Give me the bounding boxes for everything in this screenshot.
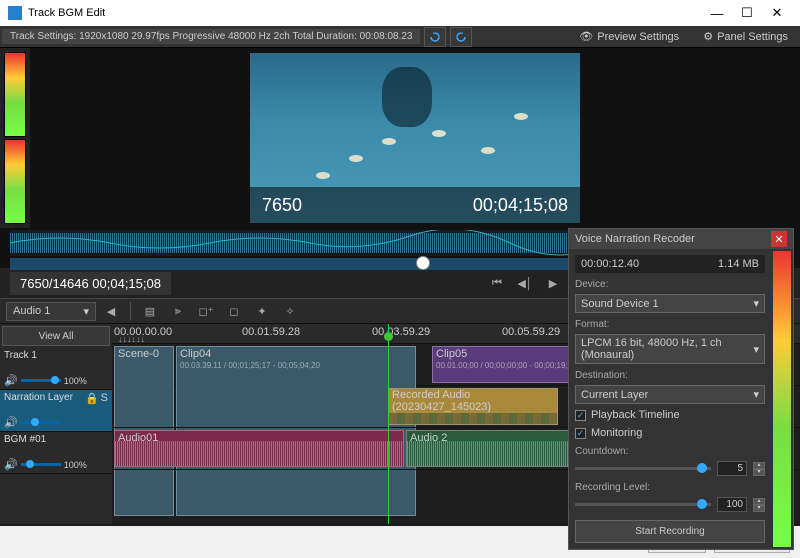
playhead[interactable]: [388, 324, 389, 524]
preview-row: 7650 00;04;15;08: [0, 48, 800, 228]
format-dropdown[interactable]: LPCM 16 bit, 48000 Hz, 1 ch (Monaural)▾: [575, 334, 765, 364]
tool-select-icon[interactable]: ▤: [139, 300, 161, 322]
chevron-down-icon: ▾: [753, 343, 759, 356]
eye-icon: 👁: [579, 30, 593, 43]
recording-level-value[interactable]: 100: [717, 497, 747, 512]
tool-fx-icon[interactable]: ✦: [251, 300, 273, 322]
chevron-down-icon: ▾: [83, 305, 89, 318]
transport-time: 7650/14646 00;04;15;08: [10, 272, 171, 295]
close-button[interactable]: ✕: [762, 0, 792, 26]
chevron-down-icon: ▾: [753, 297, 759, 310]
clip-audio2[interactable]: Audio 2: [406, 430, 586, 467]
panel-settings-button[interactable]: ⚙Panel Settings: [695, 28, 796, 45]
speaker-icon[interactable]: 🔊: [4, 416, 18, 429]
destination-label: Destination:: [575, 370, 765, 381]
recorder-status: 00:00:12.401.14 MB: [575, 255, 765, 273]
video-preview[interactable]: 7650 00;04;15;08: [250, 53, 580, 223]
track-settings-info[interactable]: Track Settings: 1920x1080 29.97fps Progr…: [2, 29, 420, 44]
format-label: Format:: [575, 319, 765, 330]
volume-slider[interactable]: [21, 379, 61, 382]
tool-cut-icon[interactable]: ⫸: [167, 300, 189, 322]
view-all-button[interactable]: View All: [2, 326, 110, 346]
window-title: Track BGM Edit: [28, 7, 702, 19]
play-button[interactable]: ▶: [542, 272, 564, 294]
scrub-handle[interactable]: [416, 256, 430, 270]
playback-timeline-checkbox[interactable]: ✓Playback Timeline: [575, 409, 765, 421]
close-icon[interactable]: ✕: [771, 231, 787, 247]
volume-slider[interactable]: [21, 463, 61, 466]
timecode: 00;04;15;08: [473, 195, 568, 216]
app-icon: [8, 6, 22, 20]
undo-button[interactable]: [424, 27, 446, 47]
start-recording-button[interactable]: Start Recording: [575, 520, 765, 543]
chevron-down-icon: ▾: [753, 388, 759, 401]
speaker-icon[interactable]: 🔊: [4, 458, 18, 471]
prev-frame-button[interactable]: ◀│: [514, 272, 536, 294]
destination-dropdown[interactable]: Current Layer▾: [575, 385, 765, 404]
maximize-button[interactable]: ☐: [732, 0, 762, 26]
clip-audio1[interactable]: Audio01: [114, 430, 404, 467]
audio-track-dropdown[interactable]: Audio 1▾: [6, 302, 96, 321]
solo-button[interactable]: S: [101, 392, 108, 405]
monitoring-checkbox[interactable]: ✓Monitoring: [575, 427, 765, 439]
countdown-value[interactable]: 5: [717, 461, 747, 476]
titlebar: Track BGM Edit ― ☐ ✕: [0, 0, 800, 26]
tool-add-icon[interactable]: ◻⁺: [195, 300, 217, 322]
lock-button[interactable]: 🔒: [85, 392, 99, 405]
countdown-label: Countdown:: [575, 446, 765, 457]
device-label: Device:: [575, 279, 765, 290]
frame-number: 7650: [262, 195, 302, 216]
countdown-slider[interactable]: [575, 467, 711, 470]
redo-button[interactable]: [450, 27, 472, 47]
track-headers: View All Track 1 🔊100% Narration Layer🔒S…: [0, 324, 112, 524]
settings-bar: Track Settings: 1920x1080 29.97fps Progr…: [0, 26, 800, 48]
clip-recorded-audio[interactable]: Recorded Audio (20230427_145023): [388, 388, 558, 425]
level-meter-left: [0, 48, 30, 228]
recording-level-slider[interactable]: [575, 503, 711, 506]
track-header-narration[interactable]: Narration Layer🔒S 🔊: [0, 390, 112, 432]
tool-copy-icon[interactable]: ◻: [223, 300, 245, 322]
recording-level-label: Recording Level:: [575, 482, 765, 493]
track-header-bgm[interactable]: BGM #01 🔊100%: [0, 432, 112, 474]
goto-start-button[interactable]: ⏮: [486, 272, 508, 294]
prev-button[interactable]: ◀: [100, 300, 122, 322]
recorder-header[interactable]: Voice Narration Recoder ✕: [569, 229, 793, 249]
countdown-spinner[interactable]: ▴▾: [753, 462, 765, 476]
preview-area: 7650 00;04;15;08: [30, 48, 800, 228]
sliders-icon: ⚙: [703, 30, 713, 43]
preview-settings-button[interactable]: 👁Preview Settings: [571, 28, 687, 45]
speaker-icon[interactable]: 🔊: [4, 374, 18, 387]
preview-overlay: 7650 00;04;15;08: [250, 187, 580, 223]
voice-narration-recorder: Voice Narration Recoder ✕ 00:00:12.401.1…: [568, 228, 794, 550]
minimize-button[interactable]: ―: [702, 0, 732, 26]
volume-slider[interactable]: [21, 421, 61, 424]
device-dropdown[interactable]: Sound Device 1▾: [575, 294, 765, 313]
track-header-1[interactable]: Track 1 🔊100%: [0, 348, 112, 390]
recorder-level-meter: [773, 251, 791, 547]
clip-05[interactable]: Clip0500.01.00;00 / 00;00;00;00 - 00;00;…: [432, 346, 582, 383]
tool-wand-icon[interactable]: ✧: [279, 300, 301, 322]
recording-level-spinner[interactable]: ▴▾: [753, 498, 765, 512]
